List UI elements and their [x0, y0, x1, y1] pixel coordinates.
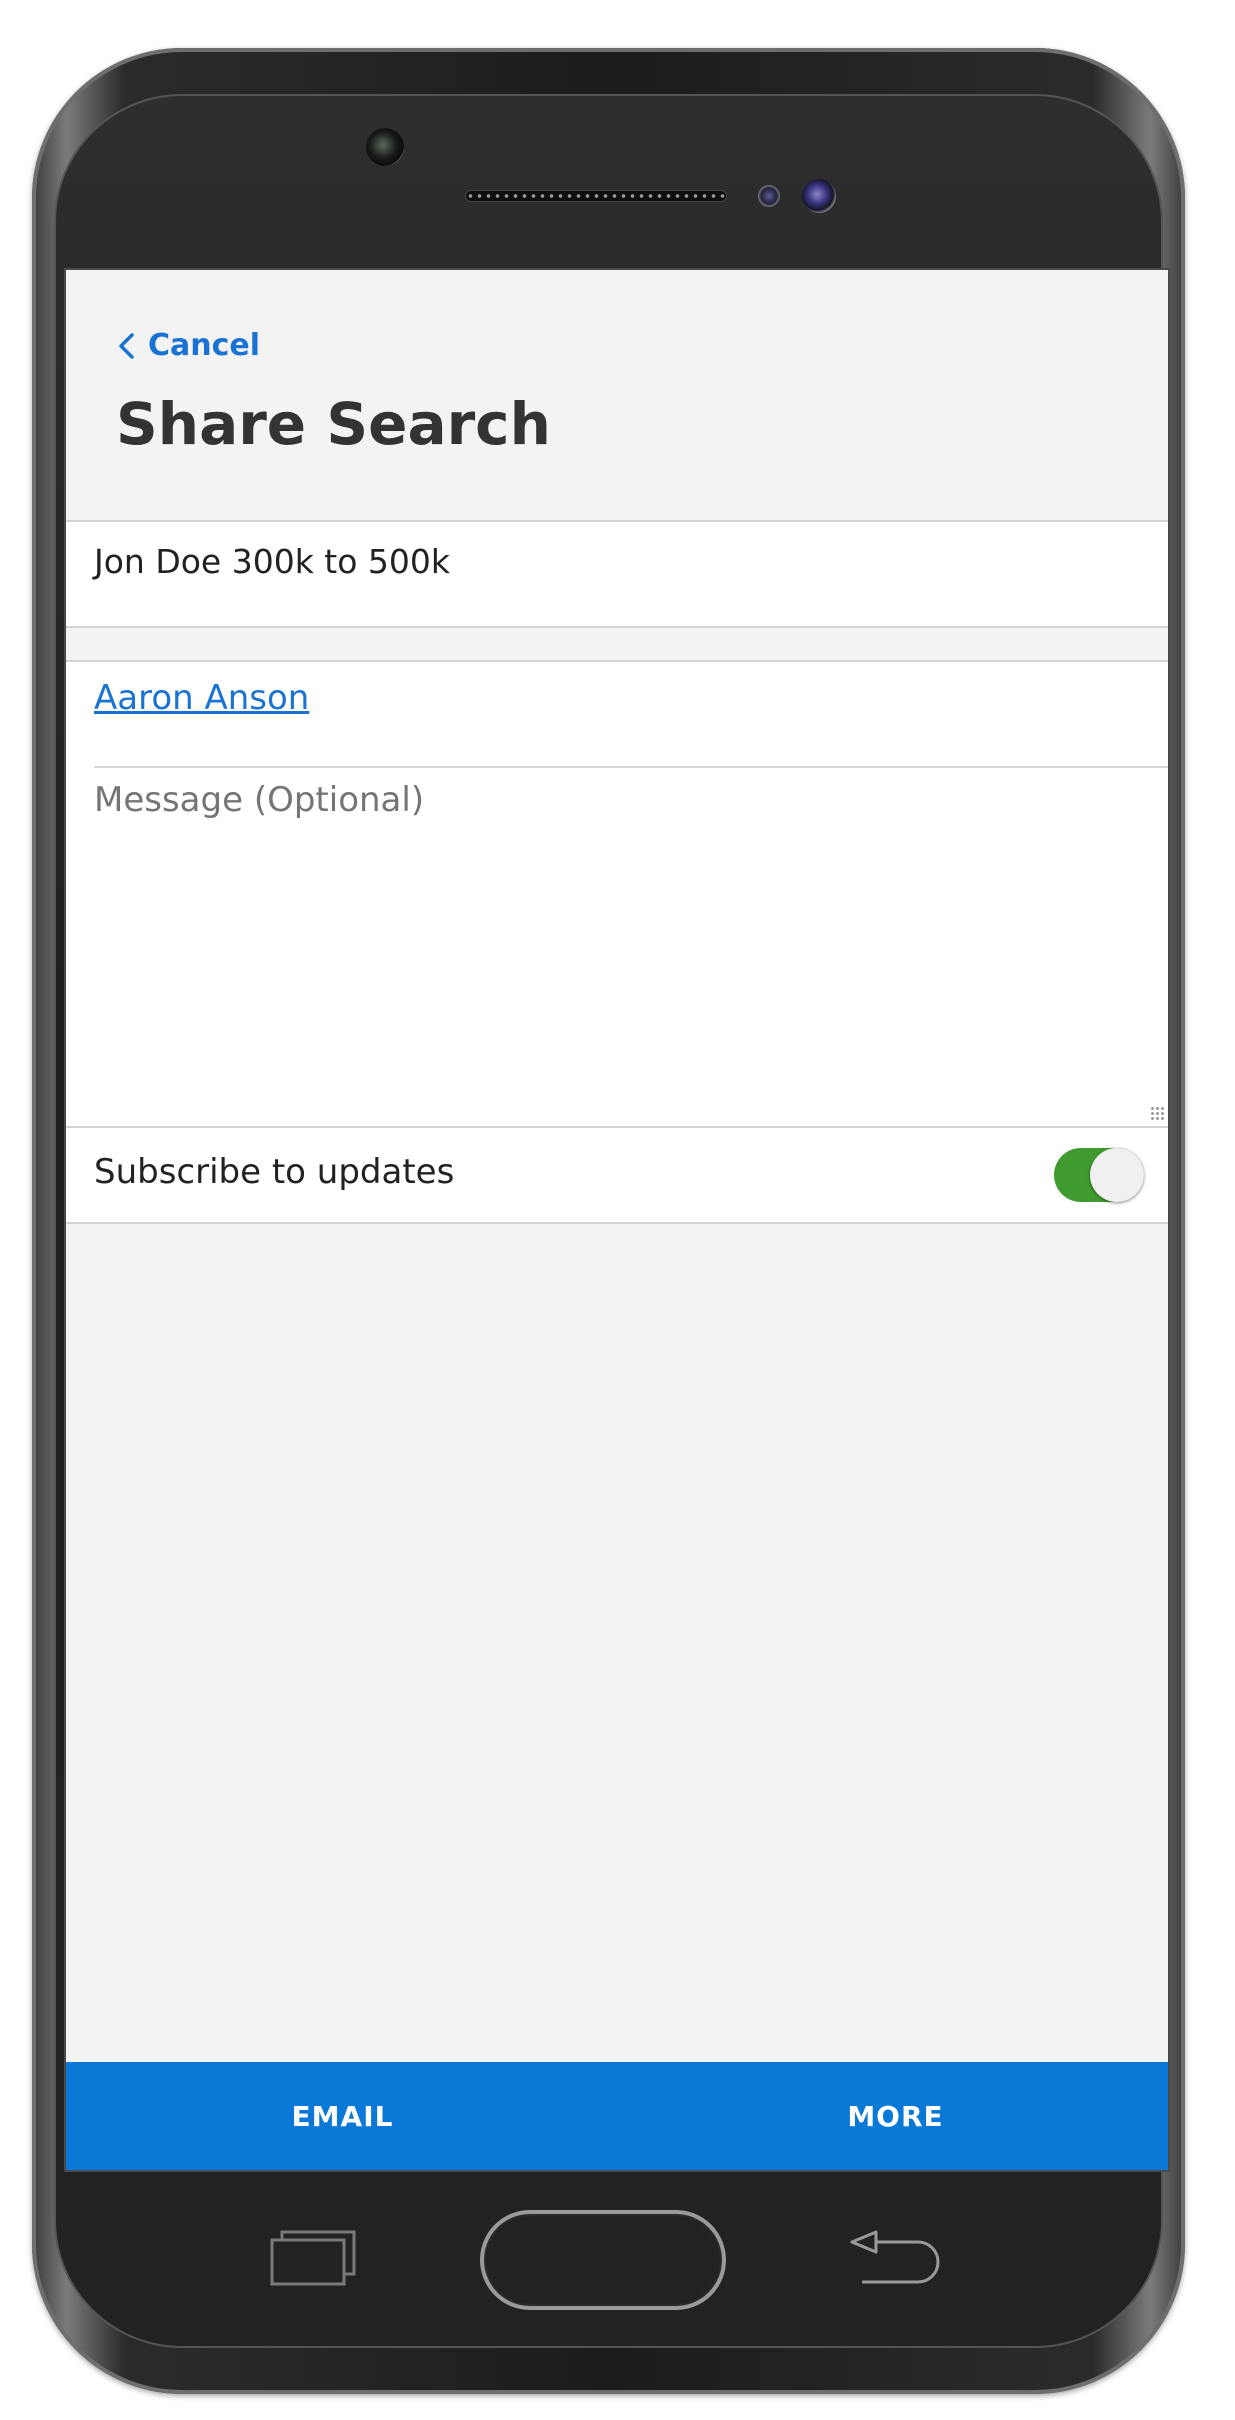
home-button[interactable] [480, 2210, 726, 2310]
action-bar: EMAIL MORE [66, 2062, 1168, 2170]
message-input[interactable] [94, 780, 1154, 1100]
divider [94, 766, 1168, 768]
email-button[interactable]: EMAIL [66, 2062, 619, 2170]
app-screen: Cancel Share Search Jon Doe 300k to 500k… [64, 268, 1170, 2172]
front-camera-icon [366, 128, 404, 166]
search-name-row: Jon Doe 300k to 500k [66, 520, 1168, 628]
subscribe-label: Subscribe to updates [94, 1152, 455, 1192]
back-arrow-icon[interactable] [846, 2228, 942, 2290]
proximity-sensor-icon [758, 185, 780, 207]
earpiece-speaker [466, 191, 726, 201]
secondary-camera-icon [802, 179, 836, 213]
chevron-left-icon [119, 332, 134, 359]
resize-grip-icon[interactable] [1150, 1106, 1166, 1122]
recipient-message-block: Aaron Anson [66, 660, 1168, 1126]
page-title: Share Search [116, 390, 551, 458]
recent-apps-icon[interactable] [270, 2228, 358, 2288]
more-button[interactable]: MORE [619, 2062, 1168, 2170]
cancel-label: Cancel [148, 328, 261, 363]
subscribe-toggle[interactable] [1054, 1148, 1144, 1202]
recipient-link[interactable]: Aaron Anson [94, 678, 309, 718]
toggle-knob [1090, 1148, 1144, 1202]
cancel-button[interactable]: Cancel [116, 328, 260, 363]
search-name: Jon Doe 300k to 500k [94, 542, 451, 581]
subscribe-row: Subscribe to updates [66, 1126, 1168, 1224]
